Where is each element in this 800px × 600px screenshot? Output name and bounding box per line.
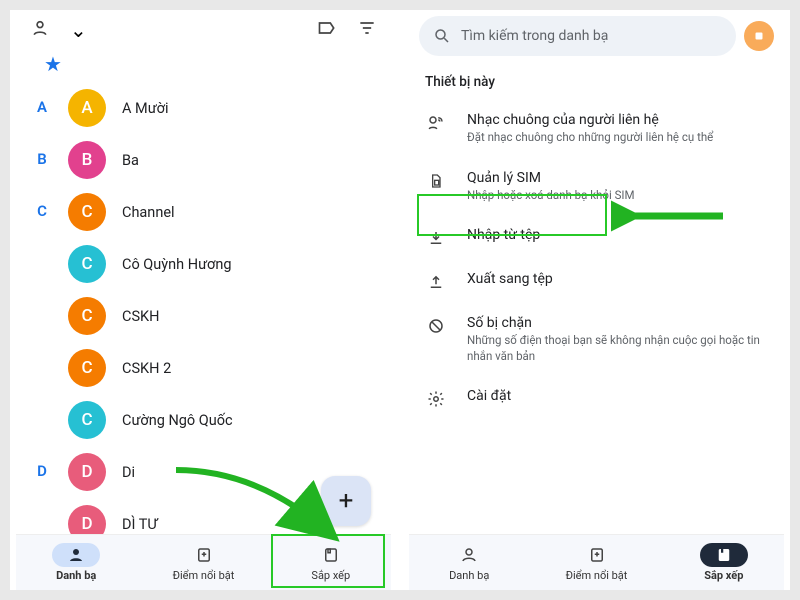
nav-organize-r-label: Sắp xếp xyxy=(704,569,743,582)
ringtone-sub: Đặt nhạc chuông cho những người liên hệ … xyxy=(467,130,768,146)
settings-list: Nhạc chuông của người liên hệ Đặt nhạc c… xyxy=(409,100,784,534)
import-title: Nhập từ tệp xyxy=(467,227,768,243)
blocked-icon xyxy=(425,315,447,335)
account-icon[interactable] xyxy=(30,18,50,42)
row-import-from-file[interactable]: Nhập từ tệp xyxy=(409,215,784,259)
contact-name: Cô Quỳnh Hương xyxy=(122,256,231,273)
contact-name: CSKH 2 xyxy=(122,360,171,377)
search-input[interactable]: Tìm kiếm trong danh bạ xyxy=(419,16,736,56)
nav-organize-label: Sắp xếp xyxy=(311,569,350,582)
search-placeholder: Tìm kiếm trong danh bạ xyxy=(461,28,608,44)
section-letter: D xyxy=(16,446,68,480)
add-contact-fab[interactable]: + xyxy=(321,476,371,526)
contact-name: Ba xyxy=(122,152,139,169)
tutorial-frame: ⌄ ★ AAA MườiBBBaCCChannelCCô Quỳnh Hương… xyxy=(10,10,790,590)
nav-organize-r[interactable]: Sắp xếp xyxy=(700,543,748,582)
avatar: D xyxy=(68,505,106,534)
contact-row[interactable]: A A Mười xyxy=(68,82,391,134)
device-section-title: Thiết bị này xyxy=(409,64,784,100)
contact-name: A Mười xyxy=(122,100,169,117)
contact-name: DÌ TƯ xyxy=(122,516,158,533)
contact-row[interactable]: C Cô Quỳnh Hương xyxy=(68,238,391,290)
section-letter: B xyxy=(16,134,68,168)
avatar: C xyxy=(68,245,106,283)
tag-icon[interactable] xyxy=(317,18,337,42)
settings-title: Cài đặt xyxy=(467,388,768,404)
avatar: C xyxy=(68,401,106,439)
contact-name: Channel xyxy=(122,204,175,221)
contact-row[interactable]: C Cường Ngô Quốc xyxy=(68,394,391,446)
bottom-nav-right: Danh bạ Điểm nổi bật Sắp xếp xyxy=(409,534,784,590)
account-dropdown-icon[interactable]: ⌄ xyxy=(70,20,87,40)
row-manage-sim[interactable]: Quản lý SIM Nhập hoặc xoá danh bạ khỏi S… xyxy=(409,158,784,216)
avatar: A xyxy=(68,89,106,127)
nav-highlights[interactable]: Điểm nổi bật xyxy=(173,543,235,582)
ringtone-title: Nhạc chuông của người liên hệ xyxy=(467,112,768,128)
sim-icon xyxy=(425,170,447,190)
nav-contacts[interactable]: Danh bạ xyxy=(52,543,100,582)
filter-icon[interactable] xyxy=(357,18,377,42)
upload-icon xyxy=(425,271,447,291)
nav-organize[interactable]: Sắp xếp xyxy=(307,543,355,582)
contact-row[interactable]: B Ba xyxy=(68,134,391,186)
sim-sub: Nhập hoặc xoá danh bạ khỏi SIM xyxy=(467,188,768,204)
avatar: B xyxy=(68,141,106,179)
avatar: C xyxy=(68,349,106,387)
avatar: C xyxy=(68,297,106,335)
nav-contacts-r-label: Danh bạ xyxy=(449,569,489,582)
avatar: C xyxy=(68,193,106,231)
avatar: D xyxy=(68,453,106,491)
bottom-nav: Danh bạ Điểm nổi bật Sắp xếp xyxy=(16,534,391,590)
section-letter: A xyxy=(16,82,68,116)
nav-highlights-r[interactable]: Điểm nổi bật xyxy=(566,543,628,582)
phone-right-settings: Tìm kiếm trong danh bạ Thiết bị này Nhạc… xyxy=(409,10,784,590)
search-row: Tìm kiếm trong danh bạ xyxy=(419,16,774,56)
nav-contacts-r[interactable]: Danh bạ xyxy=(445,543,493,582)
phone-left-contacts: ⌄ ★ AAA MườiBBBaCCChannelCCô Quỳnh Hương… xyxy=(16,10,391,590)
nav-highlights-r-label: Điểm nổi bật xyxy=(566,569,628,582)
nav-contacts-label: Danh bạ xyxy=(56,569,96,582)
row-blocked-numbers[interactable]: Số bị chặn Những số điện thoại bạn sẽ kh… xyxy=(409,303,784,376)
blocked-title: Số bị chặn xyxy=(467,315,768,331)
nav-highlights-label: Điểm nổi bật xyxy=(173,569,235,582)
row-contact-ringtone[interactable]: Nhạc chuông của người liên hệ Đặt nhạc c… xyxy=(409,100,784,158)
export-title: Xuất sang tệp xyxy=(467,271,768,287)
search-icon xyxy=(433,27,451,45)
contact-name: Cường Ngô Quốc xyxy=(122,412,233,429)
contact-name: Di xyxy=(122,464,135,481)
contact-list[interactable]: AAA MườiBBBaCCChannelCCô Quỳnh HươngCCSK… xyxy=(16,82,391,534)
contact-row[interactable]: C CSKH 2 xyxy=(68,342,391,394)
contact-row[interactable]: C Channel xyxy=(68,186,391,238)
gear-icon xyxy=(425,388,447,408)
account-avatar-button[interactable] xyxy=(744,21,774,51)
row-export-to-file[interactable]: Xuất sang tệp xyxy=(409,259,784,303)
favorites-star-icon[interactable]: ★ xyxy=(16,46,391,82)
download-icon xyxy=(425,227,447,247)
row-settings[interactable]: Cài đặt xyxy=(409,376,784,420)
sim-title: Quản lý SIM xyxy=(467,170,768,186)
section-letter: C xyxy=(16,186,68,220)
ringtone-icon xyxy=(425,112,447,132)
blocked-sub: Những số điện thoại bạn sẽ không nhận cu… xyxy=(467,333,768,364)
contact-name: CSKH xyxy=(122,308,160,325)
topbar: ⌄ xyxy=(16,10,391,46)
contact-row[interactable]: C CSKH xyxy=(68,290,391,342)
